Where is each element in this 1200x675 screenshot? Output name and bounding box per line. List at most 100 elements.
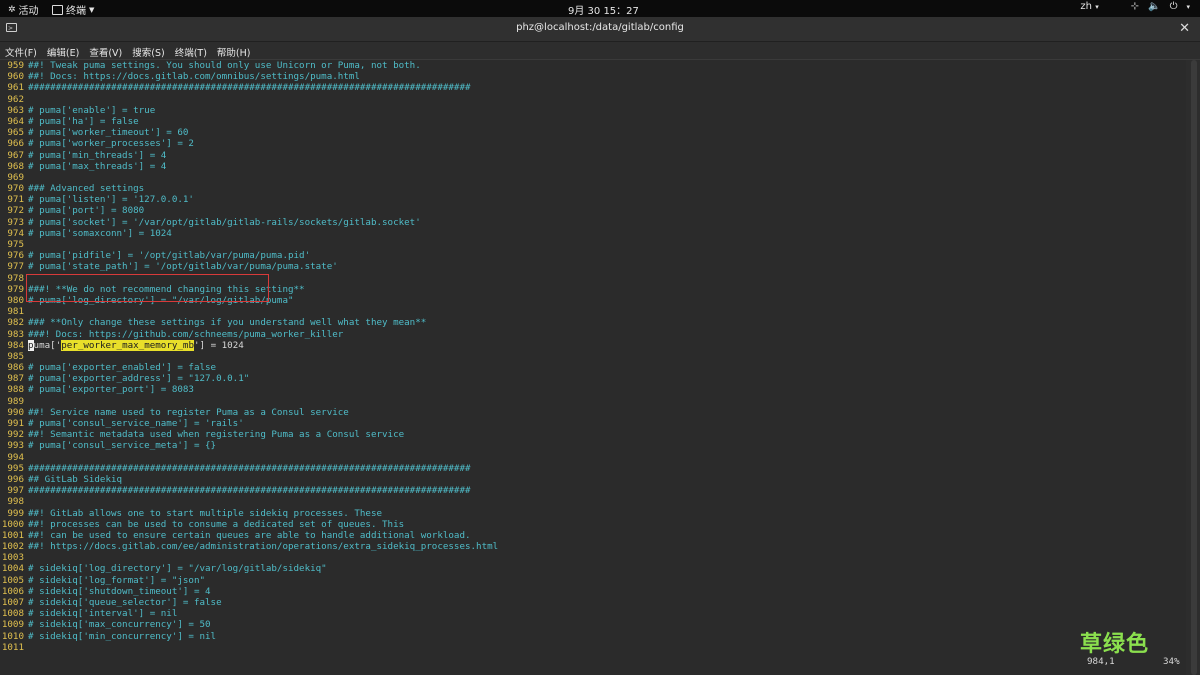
- editor-line[interactable]: 990 ##! Service name used to register Pum…: [0, 407, 1186, 418]
- editor-line[interactable]: 980 # puma['log_directory'] = "/var/log/g…: [0, 295, 1186, 306]
- activities-button[interactable]: ✲ 活动: [8, 2, 39, 18]
- power-icon[interactable]: ⏻: [1170, 1, 1178, 12]
- code-text: ##! https://docs.gitlab.com/ee/administr…: [28, 541, 499, 553]
- editor-line[interactable]: 994: [0, 452, 1186, 463]
- editor-line[interactable]: 964 # puma['ha'] = false: [0, 116, 1186, 127]
- editor-line[interactable]: 993 # puma['consul_service_meta'] = {}: [0, 440, 1186, 451]
- editor-line[interactable]: 997 #####################################…: [0, 485, 1186, 496]
- editor-line[interactable]: 988 # puma['exporter_port'] = 8083: [0, 384, 1186, 395]
- line-number: 972: [7, 205, 24, 217]
- editor-line[interactable]: 1009 # sidekiq['max_concurrency'] = 50: [0, 619, 1186, 630]
- editor-line[interactable]: 1000 ##! processes can be used to consume…: [0, 519, 1186, 530]
- editor-line[interactable]: 998: [0, 496, 1186, 507]
- editor-line[interactable]: 1003: [0, 552, 1186, 563]
- editor-line[interactable]: 966 # puma['worker_processes'] = 2: [0, 138, 1186, 149]
- line-number: 999: [7, 507, 24, 519]
- editor-line[interactable]: 963 # puma['enable'] = true: [0, 105, 1186, 116]
- close-window-button[interactable]: ✕: [1179, 21, 1190, 36]
- menu-file[interactable]: 文件(F): [0, 42, 42, 59]
- vim-editor[interactable]: 959 ##! Tweak puma settings. You should o…: [0, 60, 1186, 665]
- scrollbar-thumb[interactable]: [1191, 60, 1197, 675]
- editor-line[interactable]: 982 ### **Only change these settings if y…: [0, 317, 1186, 328]
- editor-line[interactable]: 976 # puma['pidfile'] = '/opt/gitlab/var/…: [0, 250, 1186, 261]
- editor-line[interactable]: 967 # puma['min_threads'] = 4: [0, 150, 1186, 161]
- editor-line[interactable]: 1007 # sidekiq['queue_selector'] = false: [0, 597, 1186, 608]
- editor-line[interactable]: 991 # puma['consul_service_name'] = 'rail…: [0, 418, 1186, 429]
- code-text: # puma['port'] = 8080: [28, 205, 145, 217]
- clock[interactable]: 9月 30 15：27: [568, 2, 639, 17]
- code-text: ##! Semantic metadata used when register…: [28, 429, 405, 441]
- editor-line[interactable]: 995 #####################################…: [0, 463, 1186, 474]
- editor-line[interactable]: 1008 # sidekiq['interval'] = nil: [0, 608, 1186, 619]
- line-number: 1005: [1, 574, 24, 586]
- line-number: 992: [7, 429, 24, 441]
- editor-line[interactable]: 965 # puma['worker_timeout'] = 60: [0, 127, 1186, 138]
- editor-line[interactable]: 962: [0, 94, 1186, 105]
- editor-line[interactable]: 989: [0, 396, 1186, 407]
- system-top-bar: ✲ 活动 终端 ▼ 9月 30 15：27 zh ▾ ⊹ 🔈 ⏻ ▾: [0, 0, 1200, 17]
- editor-line[interactable]: 972 # puma['port'] = 8080: [0, 205, 1186, 216]
- editor-line[interactable]: 1001 ##! can be used to ensure certain qu…: [0, 530, 1186, 541]
- line-number: 1011: [1, 641, 24, 653]
- line-number: 975: [7, 239, 24, 250]
- editor-line[interactable]: 981: [0, 306, 1186, 317]
- network-icon[interactable]: ⊹: [1131, 1, 1139, 12]
- code-text: ########################################…: [28, 462, 471, 474]
- editor-line[interactable]: 971 # puma['listen'] = '127.0.0.1': [0, 194, 1186, 205]
- editor-line[interactable]: 970 ### Advanced settings: [0, 183, 1186, 194]
- app-menu-terminal[interactable]: 终端 ▼: [52, 2, 94, 17]
- system-tray: zh ▾ ⊹ 🔈 ⏻ ▾: [1080, 1, 1190, 12]
- editor-line[interactable]: 1002 ##! https://docs.gitlab.com/ee/admin…: [0, 541, 1186, 552]
- editor-line[interactable]: 959 ##! Tweak puma settings. You should o…: [0, 60, 1186, 71]
- editor-line[interactable]: 975: [0, 239, 1186, 250]
- editor-line[interactable]: 979 ###! **We do not recommend changing t…: [0, 284, 1186, 295]
- code-text: # puma['log_directory'] = "/var/log/gitl…: [28, 294, 294, 306]
- line-number: 982: [7, 317, 24, 329]
- editor-line[interactable]: 1006 # sidekiq['shutdown_timeout'] = 4: [0, 586, 1186, 597]
- code-text: ##! processes can be used to consume a d…: [28, 518, 405, 530]
- editor-line[interactable]: 999 ##! GitLab allows one to start multip…: [0, 508, 1186, 519]
- editor-line[interactable]: 968 # puma['max_threads'] = 4: [0, 161, 1186, 172]
- line-number: 1006: [1, 585, 24, 597]
- line-number: 1000: [1, 518, 24, 530]
- code-text: ### **Only change these settings if you …: [28, 317, 427, 329]
- line-number: 994: [7, 451, 24, 463]
- system-menu-arrow-icon[interactable]: ▾: [1186, 3, 1190, 11]
- editor-line[interactable]: 1011: [0, 642, 1186, 653]
- menu-help[interactable]: 帮助(H): [212, 42, 256, 59]
- editor-line[interactable]: 977 # puma['state_path'] = '/opt/gitlab/v…: [0, 261, 1186, 272]
- editor-line[interactable]: 986 # puma['exporter_enabled'] = false: [0, 362, 1186, 373]
- code-text: ########################################…: [28, 82, 471, 94]
- scrollbar[interactable]: [1186, 60, 1200, 675]
- editor-line[interactable]: 973 # puma['socket'] = '/var/opt/gitlab/g…: [0, 217, 1186, 228]
- editor-line[interactable]: 961 #####################################…: [0, 82, 1186, 93]
- line-number: 974: [7, 227, 24, 239]
- editor-line[interactable]: 992 ##! Semantic metadata used when regis…: [0, 429, 1186, 440]
- window-title: phz@localhost:/data/gitlab/config: [516, 22, 684, 33]
- editor-line[interactable]: 974 # puma['somaxconn'] = 1024: [0, 228, 1186, 239]
- editor-line[interactable]: 984 puma['per_worker_max_memory_mb'] = 10…: [0, 339, 1186, 351]
- editor-line[interactable]: 978: [0, 273, 1186, 284]
- code-text: ##! can be used to ensure certain queues…: [28, 529, 471, 541]
- editor-line[interactable]: 983 ###! Docs: https://github.com/schneem…: [0, 329, 1186, 340]
- editor-line[interactable]: 1010 # sidekiq['min_concurrency'] = nil: [0, 631, 1186, 642]
- editor-line[interactable]: 1005 # sidekiq['log_format'] = "json": [0, 575, 1186, 586]
- activities-icon: ✲: [8, 4, 16, 15]
- menu-search[interactable]: 搜索(S): [127, 42, 169, 59]
- editor-line[interactable]: 1004 # sidekiq['log_directory'] = "/var/l…: [0, 563, 1186, 574]
- line-number: 1007: [1, 597, 24, 608]
- line-number: 966: [7, 138, 24, 150]
- menu-edit[interactable]: 编辑(E): [42, 42, 84, 59]
- editor-line[interactable]: 969: [0, 172, 1186, 183]
- input-method-indicator[interactable]: zh ▾: [1080, 1, 1098, 12]
- line-number: 1009: [1, 619, 24, 631]
- editor-line[interactable]: 996 ## GitLab Sidekiq: [0, 474, 1186, 485]
- editor-line[interactable]: 960 ##! Docs: https://docs.gitlab.com/omn…: [0, 71, 1186, 82]
- menu-bar: 文件(F) 编辑(E) 查看(V) 搜索(S) 终端(T) 帮助(H): [0, 42, 1200, 60]
- line-number: 981: [7, 306, 24, 318]
- editor-line[interactable]: 985: [0, 351, 1186, 362]
- menu-terminal[interactable]: 终端(T): [170, 42, 212, 59]
- menu-view[interactable]: 查看(V): [84, 42, 127, 59]
- editor-line[interactable]: 987 # puma['exporter_address'] = "127.0.0…: [0, 373, 1186, 384]
- volume-icon[interactable]: 🔈: [1148, 1, 1160, 12]
